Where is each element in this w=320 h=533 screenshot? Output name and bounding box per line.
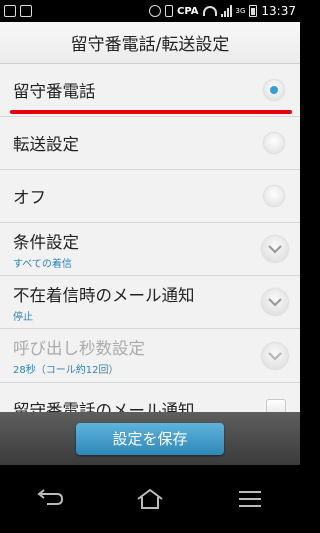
action-bar: 設定を保存 [0, 412, 300, 465]
page-title: 留守番電話/転送設定 [0, 22, 300, 64]
sim-icon [165, 5, 174, 17]
option-label: 転送設定 [13, 135, 79, 154]
network-type-label: 3G [235, 7, 246, 15]
radio-unselected-icon[interactable] [264, 133, 284, 153]
option-label: オフ [13, 188, 46, 207]
setting-missed-call-mail[interactable]: 不在着信時のメール通知 停止 [0, 276, 300, 329]
notification-icon [4, 5, 16, 17]
back-icon[interactable] [30, 484, 70, 514]
save-button[interactable]: 設定を保存 [76, 422, 224, 455]
radio-unselected-icon[interactable] [264, 186, 284, 206]
radio-selected-icon[interactable] [264, 80, 284, 100]
image-icon [20, 5, 32, 17]
setting-value: 28秒（コール約12回） [13, 365, 119, 376]
setting-label: 呼び出し秒数設定 [13, 339, 145, 358]
chevron-down-icon[interactable] [262, 236, 288, 262]
setting-conditions[interactable]: 条件設定 すべての着信 [0, 223, 300, 276]
setting-ring-seconds[interactable]: 呼び出し秒数設定 28秒（コール約12回） [0, 329, 300, 383]
alarm-icon [149, 5, 162, 17]
setting-label: 条件設定 [13, 232, 79, 252]
battery-icon [249, 5, 258, 17]
chevron-down-icon[interactable] [262, 342, 288, 369]
wifi-icon [202, 6, 217, 16]
setting-value: 停止 [13, 311, 33, 323]
highlight-underline [10, 110, 292, 114]
navigation-bar [0, 465, 300, 533]
setting-label: 不在着信時のメール通知 [13, 285, 195, 305]
option-voicemail[interactable]: 留守番電話 [0, 64, 300, 117]
clock: 13:37 [261, 4, 296, 18]
option-off[interactable]: オフ [0, 170, 300, 223]
chevron-down-icon[interactable] [262, 289, 288, 315]
home-icon[interactable] [130, 484, 170, 514]
option-label: 留守番電話 [13, 82, 96, 101]
carrier-label: CPA [177, 5, 199, 17]
settings-list: 留守番電話 転送設定 オフ 条件設定 すべての着信 不在着信時のメール通知 停止… [0, 64, 300, 420]
signal-icon [220, 5, 232, 17]
option-forwarding[interactable]: 転送設定 [0, 117, 300, 170]
status-bar: CPA 3G 13:37 [0, 0, 300, 22]
setting-value: すべての着信 [13, 258, 72, 270]
menu-icon[interactable] [230, 484, 270, 514]
